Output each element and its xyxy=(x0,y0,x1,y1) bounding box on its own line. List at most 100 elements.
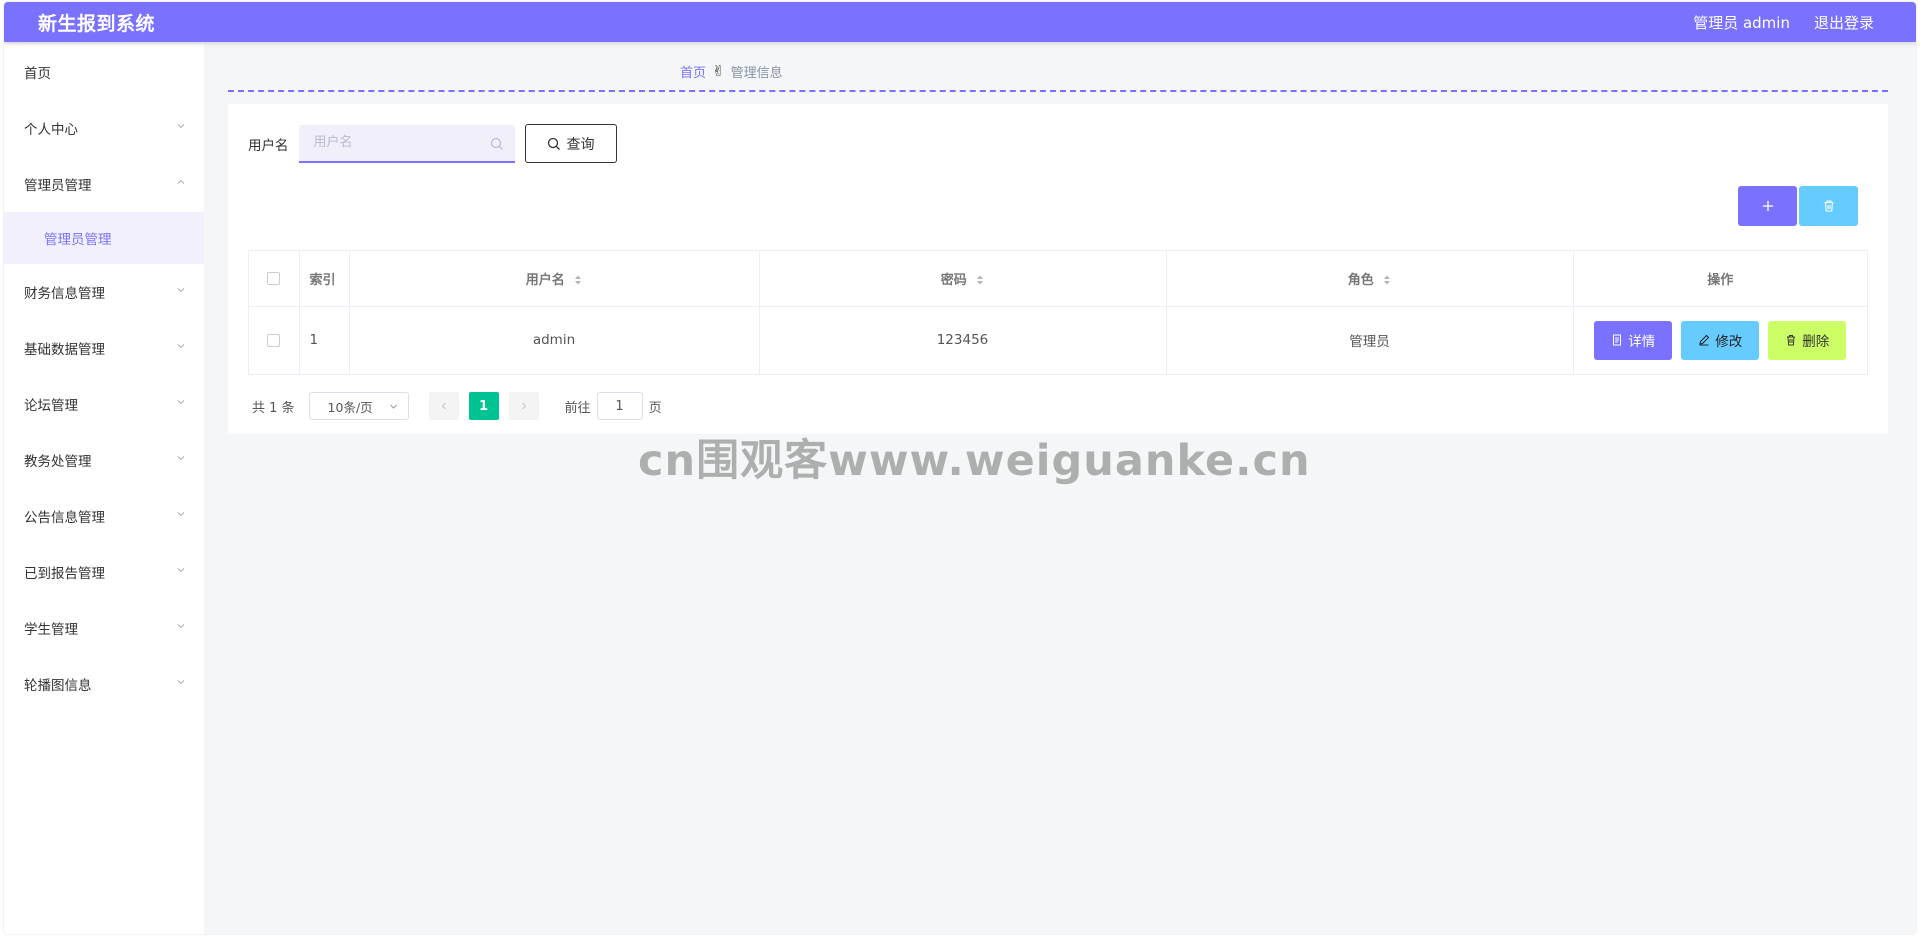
detail-button-label: 详情 xyxy=(1628,334,1656,351)
add-button[interactable] xyxy=(1738,186,1797,226)
page-number-active[interactable]: 1 xyxy=(468,392,499,420)
document-icon xyxy=(1613,334,1622,346)
top-header: 新生报到系统 管理员 admin 退出登录 xyxy=(4,2,1916,42)
delete-button[interactable]: 删除 xyxy=(1768,320,1847,360)
pagination-total: 共 1 条 xyxy=(252,400,295,416)
sidebar-item-home[interactable]: 首页 xyxy=(4,44,204,100)
chevron-down-icon xyxy=(176,565,186,575)
next-page-button[interactable] xyxy=(508,392,539,420)
row-select-cell xyxy=(249,306,300,374)
sidebar-item-label: 首页 xyxy=(24,66,51,82)
column-header-actions: 操作 xyxy=(1707,272,1734,288)
app-frame: 新生报到系统 管理员 admin 退出登录 首页 个人中心 管理员管理 管理员管… xyxy=(4,2,1916,934)
sidebar-item-academic[interactable]: 教务处管理 xyxy=(4,432,204,488)
chevron-left-icon xyxy=(441,402,446,410)
sidebar-item-label: 学生管理 xyxy=(24,622,78,638)
hand-icon: ✌ xyxy=(712,62,725,80)
sidebar-item-label: 基础数据管理 xyxy=(24,342,105,358)
chevron-down-icon xyxy=(176,285,186,295)
breadcrumb-home[interactable]: 首页 xyxy=(680,62,706,81)
sidebar-item-students[interactable]: 学生管理 xyxy=(4,600,204,656)
search-icon xyxy=(490,137,503,150)
sidebar-item-carousel[interactable]: 轮播图信息 xyxy=(4,656,204,712)
row-checkbox[interactable] xyxy=(267,333,281,347)
sidebar: 首页 个人中心 管理员管理 管理员管理 财务信息管理 基础数据管理 论坛管理 教… xyxy=(4,44,204,934)
dashed-divider xyxy=(228,90,1888,92)
column-header-username[interactable]: 用户名 xyxy=(349,251,760,306)
page-size-select[interactable]: 10条/页 xyxy=(308,392,409,420)
chevron-down-icon xyxy=(389,404,397,409)
sort-icon[interactable] xyxy=(1383,274,1391,286)
sort-icon[interactable] xyxy=(976,274,984,286)
batch-delete-button[interactable] xyxy=(1799,186,1858,226)
breadcrumb: 首页 ✌ 管理信息 xyxy=(680,62,783,82)
table-row: 1 admin 123456 管理员 详情 修改 删除 xyxy=(249,306,1867,374)
submenu-item-admin-manage[interactable]: 管理员管理 xyxy=(4,212,204,264)
header-right: 管理员 admin 退出登录 xyxy=(1693,12,1874,33)
chevron-down-icon xyxy=(176,677,186,687)
page-size-value: 10条/页 xyxy=(327,399,373,415)
search-box xyxy=(298,124,515,163)
pagination: 共 1 条 10条/页 1 前往 页 xyxy=(252,392,662,420)
table-header-row: 索引 用户名 密码 角色 操作 xyxy=(249,251,1867,306)
query-button[interactable]: 查询 xyxy=(524,124,617,163)
row-actions: 详情 修改 删除 xyxy=(1574,320,1868,360)
current-user: 管理员 admin xyxy=(1693,13,1790,32)
column-header-password[interactable]: 密码 xyxy=(759,251,1167,306)
sidebar-item-label: 教务处管理 xyxy=(24,454,92,470)
sidebar-item-label: 公告信息管理 xyxy=(24,510,105,526)
chevron-up-icon xyxy=(176,177,186,187)
prev-page-button[interactable] xyxy=(428,392,459,420)
header-select-all xyxy=(249,251,300,306)
sidebar-item-label: 个人中心 xyxy=(24,122,78,138)
goto-page-input[interactable] xyxy=(596,392,643,420)
sidebar-item-label: 管理员管理 xyxy=(24,178,92,194)
sidebar-item-basic-data[interactable]: 基础数据管理 xyxy=(4,320,204,376)
delete-button-label: 删除 xyxy=(1802,334,1830,351)
chevron-down-icon xyxy=(176,341,186,351)
chevron-down-icon xyxy=(176,621,186,631)
cell-password: 123456 xyxy=(759,306,1167,374)
cell-role: 管理员 xyxy=(1166,306,1574,374)
username-search-input[interactable] xyxy=(298,124,515,161)
select-all-checkbox[interactable] xyxy=(267,271,281,285)
sidebar-item-forum[interactable]: 论坛管理 xyxy=(4,376,204,432)
cell-actions: 详情 修改 删除 xyxy=(1573,306,1867,374)
search-form: 用户名 查询 xyxy=(248,124,617,163)
chevron-down-icon xyxy=(176,121,186,131)
sidebar-item-label: 已到报告管理 xyxy=(24,566,105,582)
main-content: 首页 ✌ 管理信息 用户名 查询 xyxy=(204,44,1916,934)
cell-username: admin xyxy=(349,306,760,374)
sidebar-item-report[interactable]: 已到报告管理 xyxy=(4,544,204,600)
column-header-label: 密码 xyxy=(940,272,967,288)
sidebar-item-label: 论坛管理 xyxy=(24,398,78,414)
goto-suffix: 页 xyxy=(648,400,662,416)
goto-label: 前往 xyxy=(564,400,591,416)
pencil-icon xyxy=(1699,335,1710,346)
app-title: 新生报到系统 xyxy=(38,12,156,35)
edit-button-label: 修改 xyxy=(1715,334,1743,351)
search-label: 用户名 xyxy=(248,137,289,154)
sidebar-item-notice[interactable]: 公告信息管理 xyxy=(4,488,204,544)
toolbar-actions xyxy=(1738,186,1858,226)
search-icon xyxy=(547,137,560,150)
chevron-down-icon xyxy=(176,397,186,407)
logout-link[interactable]: 退出登录 xyxy=(1814,12,1874,33)
edit-button[interactable]: 修改 xyxy=(1681,320,1760,360)
breadcrumb-current: 管理信息 xyxy=(730,66,783,81)
sort-icon[interactable] xyxy=(574,274,582,286)
query-button-label: 查询 xyxy=(566,136,595,153)
sidebar-item-profile[interactable]: 个人中心 xyxy=(4,100,204,156)
chevron-down-icon xyxy=(176,509,186,519)
data-table: 索引 用户名 密码 角色 操作 1 admin 123456 管理员 详情 修改… xyxy=(248,250,1868,375)
trash-icon xyxy=(1824,200,1833,212)
plus-icon xyxy=(1762,201,1773,211)
sidebar-item-finance[interactable]: 财务信息管理 xyxy=(4,264,204,320)
sidebar-item-admin[interactable]: 管理员管理 xyxy=(4,156,204,212)
detail-button[interactable]: 详情 xyxy=(1594,320,1673,360)
column-header-label: 角色 xyxy=(1347,272,1374,288)
chevron-down-icon xyxy=(176,453,186,463)
sidebar-item-label: 轮播图信息 xyxy=(24,678,92,694)
column-header-label: 用户名 xyxy=(525,272,565,288)
column-header-role[interactable]: 角色 xyxy=(1166,251,1574,306)
